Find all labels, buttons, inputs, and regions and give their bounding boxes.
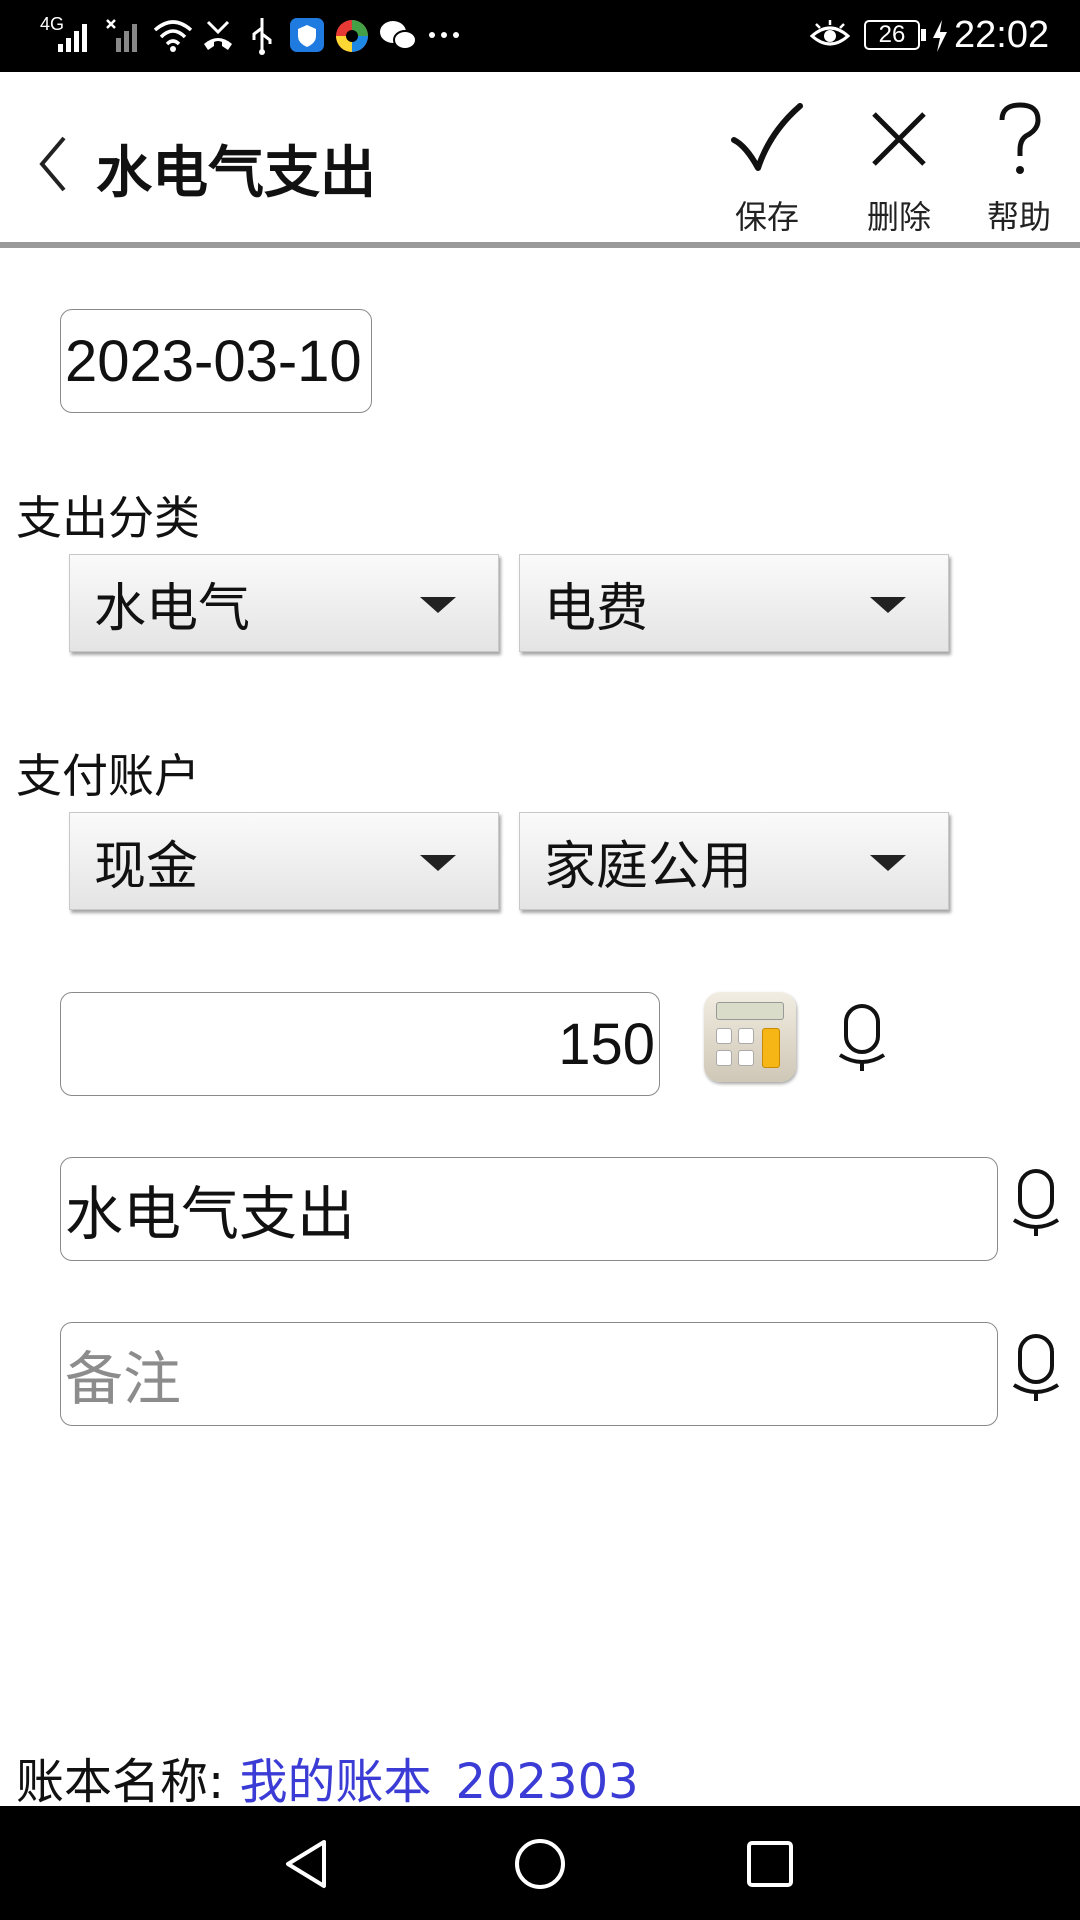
wechat-icon bbox=[380, 21, 417, 50]
shield-app-icon bbox=[290, 18, 324, 52]
signal-icon bbox=[58, 24, 87, 52]
microphone-icon[interactable] bbox=[838, 1003, 886, 1075]
navigation-bar bbox=[0, 1806, 1080, 1920]
account-main-value: 现金 bbox=[94, 836, 199, 897]
charging-icon bbox=[933, 20, 947, 52]
calculator-key bbox=[716, 1028, 732, 1044]
eye-icon bbox=[810, 20, 850, 46]
question-mark-icon bbox=[999, 102, 1041, 174]
page-title: 水电气支出 bbox=[96, 141, 376, 206]
book-name-link[interactable]: 我的账本_202303 bbox=[239, 1754, 638, 1810]
calculator-key bbox=[738, 1050, 754, 1066]
microphone-icon[interactable] bbox=[1012, 1333, 1060, 1405]
back-arrow-icon[interactable] bbox=[36, 134, 72, 194]
description-field[interactable]: 水电气支出 bbox=[60, 1157, 998, 1261]
calculator-screen bbox=[716, 1002, 784, 1020]
missed-call-icon bbox=[204, 20, 232, 50]
battery-level: 26 bbox=[878, 21, 906, 48]
home-nav-icon[interactable] bbox=[512, 1836, 568, 1892]
calculator-icon[interactable] bbox=[704, 992, 796, 1082]
category-label: 支出分类 bbox=[16, 491, 200, 545]
delete-button[interactable]: 删除 bbox=[844, 102, 954, 242]
battery-icon: 26 bbox=[864, 20, 920, 50]
date-field[interactable]: 2023-03-10 bbox=[60, 309, 372, 413]
recents-nav-icon[interactable] bbox=[744, 1838, 796, 1890]
category-main-select[interactable]: 水电气 bbox=[69, 554, 499, 652]
date-value: 2023-03-10 bbox=[65, 328, 362, 394]
category-main-value: 水电气 bbox=[94, 578, 251, 639]
usb-icon bbox=[252, 18, 272, 55]
category-sub-value: 电费 bbox=[544, 578, 649, 639]
note-field[interactable]: 备注 bbox=[60, 1322, 998, 1426]
microphone-icon[interactable] bbox=[1012, 1168, 1060, 1240]
save-label: 保存 bbox=[734, 198, 799, 236]
amount-value: 150 bbox=[558, 1011, 655, 1077]
calculator-equals-key bbox=[762, 1028, 780, 1068]
book-name-row: 账本名称: 我的账本_202303 bbox=[16, 1742, 639, 1812]
calculator-key bbox=[716, 1050, 732, 1066]
account-sub-select[interactable]: 家庭公用 bbox=[519, 812, 949, 910]
back-nav-icon[interactable] bbox=[280, 1836, 336, 1892]
delete-label: 删除 bbox=[866, 198, 931, 236]
app-bar: 水电气支出 保存 删除 帮助 bbox=[0, 72, 1080, 242]
more-dots-icon bbox=[429, 32, 459, 38]
app-bar-divider bbox=[0, 242, 1080, 248]
save-button[interactable]: 保存 bbox=[712, 102, 822, 242]
dropdown-arrow-icon bbox=[420, 855, 456, 871]
book-name-label: 账本名称: bbox=[16, 1754, 240, 1810]
close-icon bbox=[872, 112, 926, 166]
category-sub-select[interactable]: 电费 bbox=[519, 554, 949, 652]
clock: 22:02 bbox=[954, 14, 1050, 56]
account-main-select[interactable]: 现金 bbox=[69, 812, 499, 910]
dropdown-arrow-icon bbox=[870, 855, 906, 871]
wifi-icon bbox=[153, 20, 193, 52]
colorful-app-icon bbox=[336, 20, 368, 52]
help-button[interactable]: 帮助 bbox=[964, 102, 1074, 242]
description-value: 水电气支出 bbox=[65, 1182, 356, 1247]
status-bar: 4G 26 22:02 bbox=[0, 0, 1080, 72]
checkmark-icon bbox=[731, 103, 803, 171]
dropdown-arrow-icon bbox=[870, 597, 906, 613]
calculator-key bbox=[738, 1028, 754, 1044]
account-sub-value: 家庭公用 bbox=[544, 836, 753, 897]
amount-field[interactable]: 150 bbox=[60, 992, 660, 1096]
signal-x-icon bbox=[106, 19, 137, 52]
help-label: 帮助 bbox=[986, 198, 1051, 236]
account-label: 支付账户 bbox=[16, 749, 200, 803]
note-placeholder: 备注 bbox=[65, 1347, 182, 1412]
battery-tip bbox=[921, 29, 926, 41]
dropdown-arrow-icon bbox=[420, 597, 456, 613]
